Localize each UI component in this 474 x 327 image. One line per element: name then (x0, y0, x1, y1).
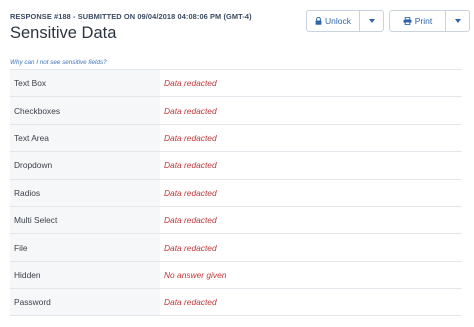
fields-table: Text Box Data redacted Checkboxes Data r… (10, 69, 462, 316)
table-row: Checkboxes Data redacted (10, 96, 462, 124)
table-row: Multi Select Data redacted (10, 205, 462, 234)
field-label: Password (10, 289, 160, 315)
field-label: Radios (10, 179, 160, 206)
field-value: Data redacted (164, 215, 217, 226)
table-row: Hidden No answer given (10, 260, 462, 289)
table-row: Dropdown Data redacted (10, 151, 462, 179)
printer-icon (403, 17, 412, 25)
chevron-down-icon (454, 19, 461, 23)
lock-icon (315, 17, 322, 25)
field-label: Dropdown (10, 152, 160, 179)
print-button[interactable]: Print (390, 11, 446, 31)
field-value: Data redacted (164, 78, 217, 89)
field-label: Hidden (10, 261, 160, 289)
unlock-dropdown-toggle[interactable] (360, 11, 383, 31)
print-button-group: Print (389, 10, 470, 32)
table-row: File Data redacted (10, 233, 462, 261)
print-button-label: Print (414, 16, 433, 26)
table-row: Password Data redacted (10, 288, 462, 316)
response-header: RESPONSE #188 - SUBMITTED ON 09/04/2018 … (10, 10, 470, 60)
unlock-button-label: Unlock (325, 16, 351, 26)
field-label: Multi Select (10, 206, 160, 234)
print-dropdown-toggle[interactable] (446, 11, 469, 31)
table-row: Text Area Data redacted (10, 123, 462, 152)
unlock-button[interactable]: Unlock (307, 11, 360, 31)
field-label: Checkboxes (10, 97, 160, 124)
field-value: Data redacted (164, 132, 217, 143)
field-value: Data redacted (164, 105, 217, 116)
field-label: Text Box (10, 70, 160, 97)
chevron-down-icon (368, 19, 375, 23)
field-label: Text Area (10, 124, 160, 152)
table-row: Text Box Data redacted (10, 69, 462, 97)
field-value: Data redacted (164, 242, 217, 253)
field-value: No answer given (164, 269, 227, 280)
field-value: Data redacted (164, 187, 217, 198)
field-value: Data redacted (164, 296, 217, 307)
page-title: Sensitive Data (10, 24, 117, 42)
sensitive-fields-help-link[interactable]: Why can I not see sensitive fields? (10, 59, 107, 66)
unlock-button-group: Unlock (306, 10, 384, 32)
table-row: Radios Data redacted (10, 178, 462, 206)
field-label: File (10, 234, 160, 261)
response-meta: RESPONSE #188 - SUBMITTED ON 09/04/2018 … (10, 12, 252, 21)
field-value: Data redacted (164, 160, 217, 171)
